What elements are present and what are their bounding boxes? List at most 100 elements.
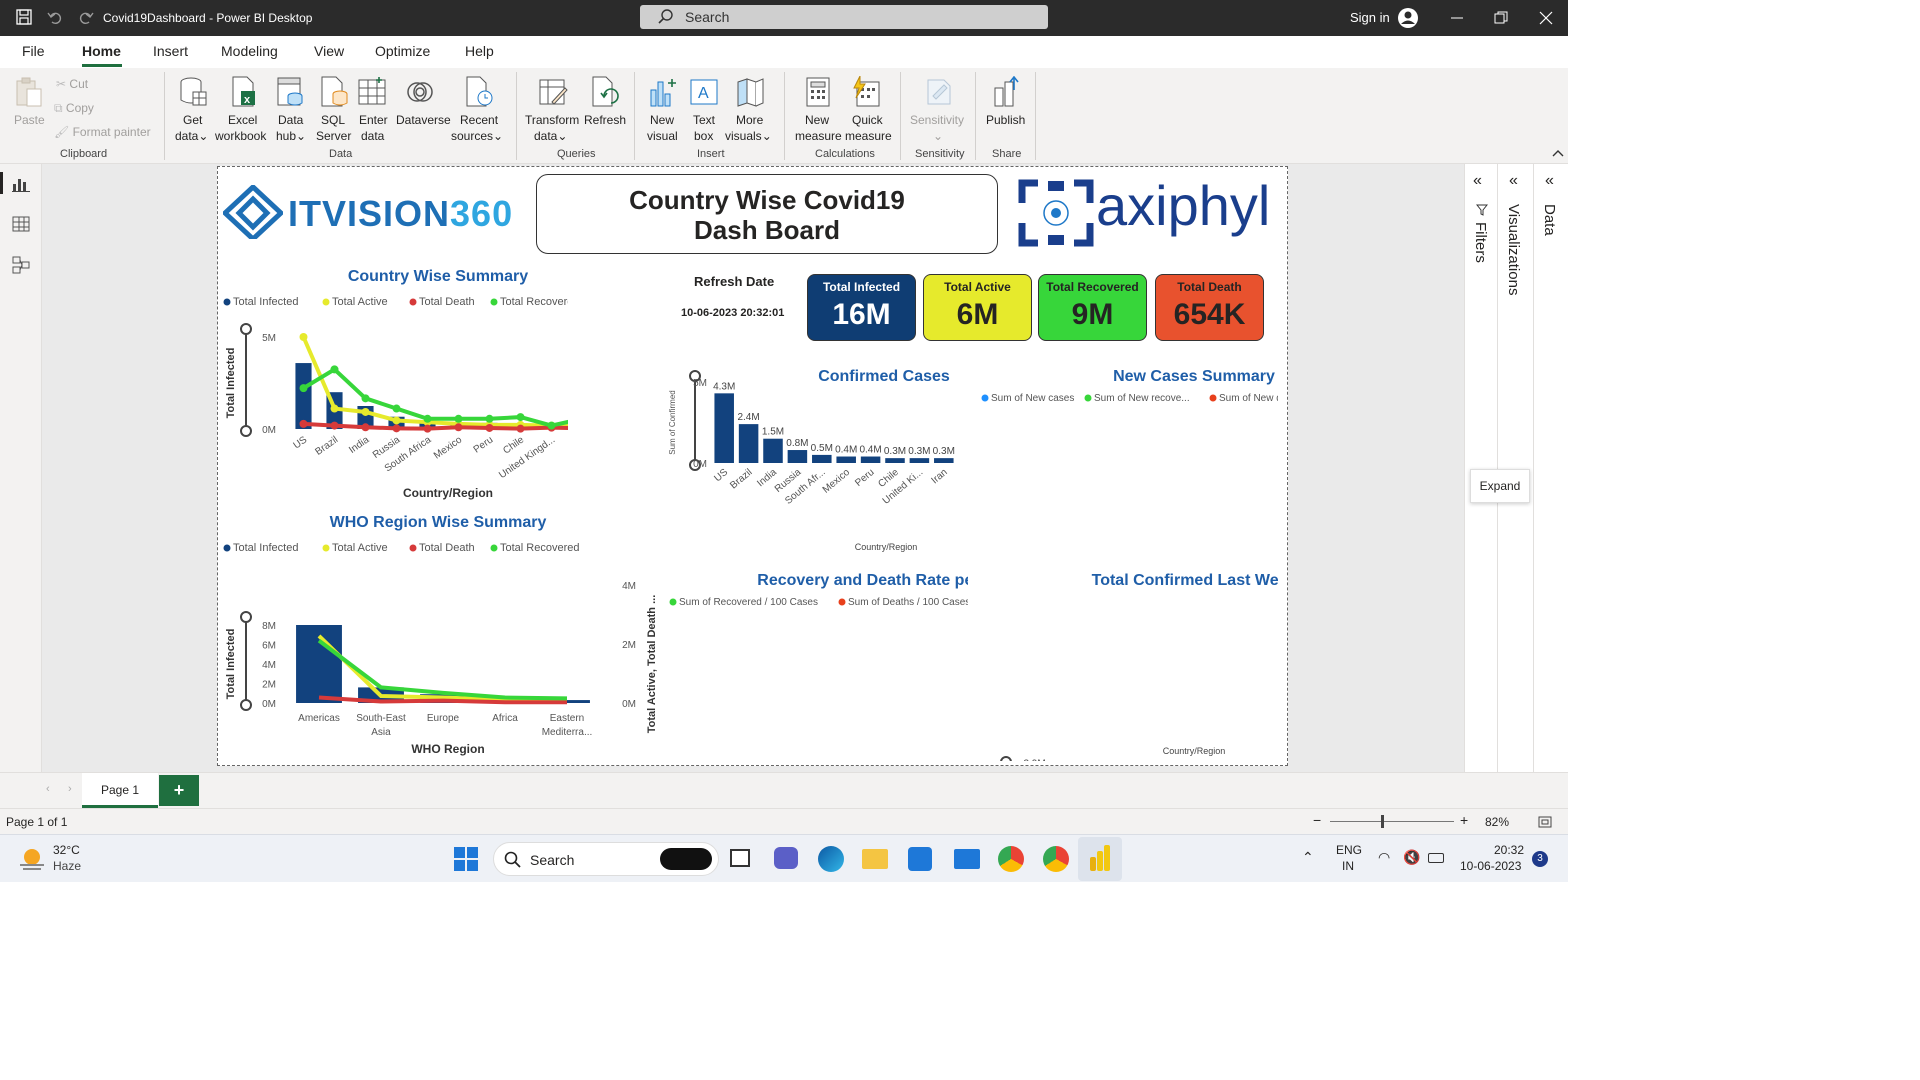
line-point: [516, 424, 525, 433]
teams-icon[interactable]: [774, 847, 798, 869]
y-tick-label: 2M: [262, 680, 276, 691]
model-view-icon[interactable]: [12, 256, 30, 274]
kpi-value: 16M: [832, 298, 891, 331]
taskbar-search[interactable]: Search: [493, 842, 719, 876]
x-tick-label: Mediterra...: [542, 727, 593, 738]
data-pane-tab[interactable]: Data: [1541, 204, 1558, 236]
share-group-label: Share: [992, 148, 1022, 160]
data-collapse-icon[interactable]: «: [1545, 172, 1554, 190]
y2-tick-label: 0M: [622, 699, 636, 710]
volume-muted-icon[interactable]: 🔇: [1403, 849, 1420, 866]
chrome-profile-icon[interactable]: [1043, 846, 1069, 872]
task-view-icon[interactable]: [730, 849, 750, 867]
menu-modeling[interactable]: Modeling: [221, 43, 278, 59]
redo-icon[interactable]: [78, 9, 94, 25]
menu-insert[interactable]: Insert: [153, 43, 188, 59]
save-icon[interactable]: [16, 9, 32, 25]
slider-handle: [240, 425, 252, 437]
filters-pane-tab[interactable]: Filters: [1472, 222, 1489, 263]
window-title: Covid19Dashboard - Power BI Desktop: [103, 11, 313, 25]
publish-icon: [994, 76, 1019, 107]
notification-badge[interactable]: 3: [1532, 851, 1548, 867]
wifi-icon[interactable]: ◠: [1378, 849, 1390, 866]
kpi-total-death[interactable]: Total Death 654K: [1155, 274, 1264, 341]
zoom-out-button[interactable]: −: [1313, 812, 1321, 828]
bar-Iran: [934, 458, 954, 463]
undo-icon[interactable]: [47, 9, 63, 25]
next-page-icon[interactable]: ›: [68, 783, 72, 795]
menu-optimize[interactable]: Optimize: [375, 43, 430, 59]
add-page-button[interactable]: +: [159, 775, 199, 806]
kpi-value: 654K: [1173, 298, 1246, 331]
copy-button[interactable]: ⧉ Copy: [54, 100, 94, 116]
mail-icon[interactable]: [954, 849, 980, 869]
account-icon[interactable]: [1397, 7, 1419, 29]
filters-collapse-icon[interactable]: «: [1473, 172, 1482, 190]
power-bi-icon[interactable]: [1088, 845, 1112, 873]
search-box[interactable]: Search: [640, 5, 1048, 29]
bar-Brazil: [738, 424, 759, 463]
legend-marker: [223, 544, 231, 552]
confirmed-last-week-chart[interactable]: Total Confirmed Last Week4M2M0MSum of Co…: [978, 567, 1278, 761]
who-region-summary-chart[interactable]: WHO Region Wise Summary Total Infected Tot…: [218, 505, 678, 757]
store-icon[interactable]: [908, 847, 932, 871]
menu-help[interactable]: Help: [465, 43, 494, 59]
language-code[interactable]: ENG: [1336, 843, 1362, 857]
legend-item: Total Death: [419, 542, 475, 554]
bar-US: [295, 363, 312, 429]
line-point: [299, 384, 308, 393]
minimize-icon[interactable]: [1450, 11, 1464, 25]
visualizations-collapse-icon[interactable]: «: [1509, 172, 1518, 190]
kpi-total-active[interactable]: Total Active 6M: [923, 274, 1032, 341]
windows-start-icon[interactable]: [454, 847, 478, 871]
close-icon[interactable]: [1539, 11, 1553, 25]
bar-India: [763, 438, 783, 463]
chart-title: WHO Region Wise Summary: [330, 514, 547, 531]
data-label: 4.3M: [713, 381, 735, 392]
prev-page-icon[interactable]: ‹: [46, 783, 50, 795]
sign-in-link[interactable]: Sign in: [1350, 10, 1390, 25]
chrome-icon[interactable]: [998, 846, 1024, 872]
tray-overflow-icon[interactable]: ⌃: [1302, 849, 1314, 866]
chart-title: Confirmed Cases: [818, 368, 950, 385]
zoom-slider[interactable]: [1330, 821, 1454, 822]
format-painter-button[interactable]: 🖌 Format painter: [54, 124, 151, 140]
restore-icon[interactable]: [1494, 11, 1508, 25]
data-hub-icon: [277, 77, 303, 106]
cut-button[interactable]: ✂ Cut: [56, 76, 88, 92]
slider-handle: [240, 699, 252, 711]
new-cases-summary-chart[interactable]: New Cases Summary Sum of New cases Sum of …: [978, 363, 1278, 557]
y-tick-label: 0M: [262, 425, 276, 436]
fit-page-icon[interactable]: [1538, 815, 1552, 829]
kpi-label: Total Death: [1177, 280, 1242, 294]
zoom-slider-thumb[interactable]: [1380, 815, 1384, 828]
report-view-icon[interactable]: [12, 176, 30, 192]
kpi-total-infected[interactable]: Total Infected 16M: [807, 274, 916, 341]
menu-home[interactable]: Home: [82, 43, 121, 59]
weather-haze-icon[interactable]: [18, 845, 46, 873]
legend-marker: [322, 298, 330, 306]
battery-icon[interactable]: [1428, 853, 1444, 863]
clock-time[interactable]: 20:32: [1494, 843, 1524, 857]
line-point: [423, 414, 432, 423]
file-explorer-icon[interactable]: [862, 849, 888, 869]
collapse-ribbon-icon[interactable]: [1552, 148, 1564, 158]
confirmed-cases-chart[interactable]: Confirmed Cases 5M 0M Sum of Confirmed 4.3M U…: [668, 363, 968, 557]
report-page[interactable]: ITVISION360 Country Wise Covid19 Dash Bo…: [217, 166, 1288, 766]
clock-date[interactable]: 10-06-2023: [1460, 859, 1521, 873]
kpi-total-recovered[interactable]: Total Recovered 9M: [1038, 274, 1147, 341]
country-summary-chart[interactable]: Country Wise Summary Total Infected Total …: [218, 259, 568, 509]
recovery-death-rate-chart[interactable]: Recovery and Death Rate per 100 Sum of Re…: [668, 567, 968, 761]
zoom-in-button[interactable]: +: [1460, 812, 1468, 828]
edge-icon[interactable]: [818, 846, 844, 872]
visualizations-pane-tab[interactable]: Visualizations: [1505, 204, 1522, 295]
bar-United Ki...: [909, 458, 930, 463]
menu-view[interactable]: View: [314, 43, 344, 59]
legend-item: Total Death: [419, 296, 475, 308]
language-region[interactable]: IN: [1342, 859, 1354, 873]
table-view-icon[interactable]: [12, 216, 30, 232]
cut-icon: ✂: [56, 77, 67, 91]
legend-item: Total Recovered: [500, 542, 580, 554]
menu-file[interactable]: File: [22, 43, 45, 59]
page-tab-1[interactable]: Page 1: [82, 773, 158, 808]
